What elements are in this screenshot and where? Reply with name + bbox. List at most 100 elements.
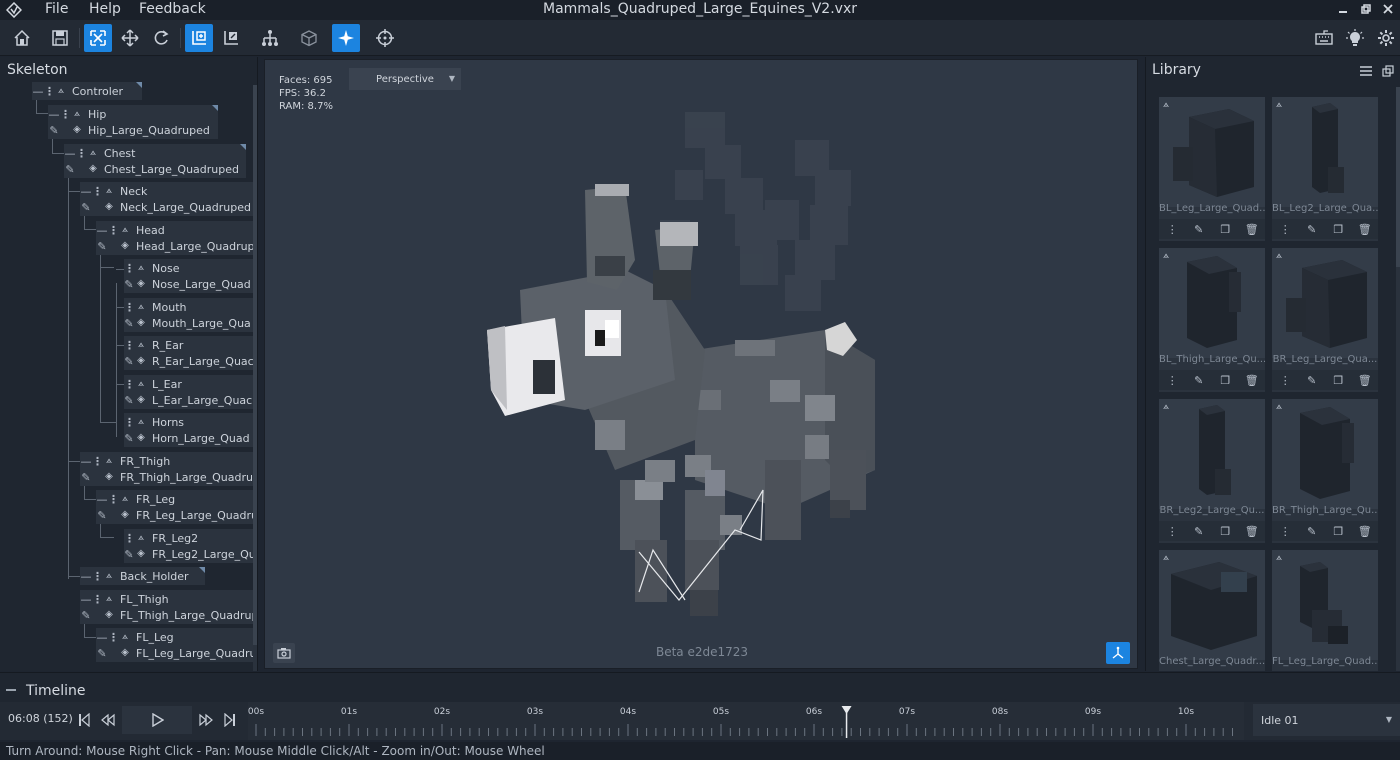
tree-node-chest[interactable]: — ⋮ ⟑ Chest ✎ ◈ Chest_Large_Quadruped <box>64 144 246 178</box>
node-menu-icon[interactable]: ⋮ <box>108 631 119 644</box>
edit-pencil-icon[interactable]: ✎ <box>124 355 134 368</box>
edit-pencil-icon[interactable]: ✎ <box>96 647 108 660</box>
edit-pencil-icon[interactable]: ✎ <box>80 609 92 622</box>
crosshair-icon[interactable] <box>371 24 399 52</box>
edit-pencil-icon[interactable]: ✎ <box>124 432 134 445</box>
duplicate-icon[interactable]: ❐ <box>1328 223 1348 236</box>
step-back-icon[interactable] <box>96 706 120 734</box>
tree-node-hip[interactable]: — ⋮ ⟑ Hip ✎ ◈ Hip_Large_Quadruped <box>48 105 218 139</box>
edit-pencil-icon[interactable]: ✎ <box>80 201 92 214</box>
tree-node-nose[interactable]: ⋮ ⟑ Nose ✎ ◈ Nose_Large_Quad <box>124 259 253 293</box>
3d-viewport[interactable]: Faces: 695 FPS: 36.2 RAM: 8.7% Perspecti… <box>264 59 1138 669</box>
menu-feedback[interactable]: Feedback <box>139 1 206 17</box>
duplicate-icon[interactable]: ❐ <box>1215 525 1235 538</box>
collapse-toggle[interactable]: — <box>80 570 92 583</box>
more-options-icon[interactable]: ⋮ <box>1162 525 1182 538</box>
collapse-toggle[interactable]: — <box>32 85 44 98</box>
scrollbar-thumb[interactable] <box>1396 87 1400 267</box>
tree-node-fr-leg[interactable]: — ⋮ ⟑ FR_Leg ✎ ◈ FR_Leg_Large_Quadru <box>96 490 257 524</box>
library-item[interactable]: ⟑ BR_Leg2_Large_Qu... ⋮ ✎ ❐ 🗑 <box>1159 399 1265 543</box>
tree-node-head[interactable]: — ⋮ ⟑ Head ✎ ◈ Head_Large_Quadrup <box>96 221 255 255</box>
edit-pencil-icon[interactable]: ✎ <box>1302 223 1322 236</box>
more-options-icon[interactable]: ⋮ <box>1162 374 1182 387</box>
edit-pencil-icon[interactable]: ✎ <box>1189 374 1209 387</box>
node-menu-icon[interactable]: ⋮ <box>76 147 87 160</box>
tree-node-back-holder[interactable]: — ⋮ ⟑ Back_Holder <box>80 567 205 585</box>
node-menu-icon[interactable]: ⋮ <box>124 378 135 391</box>
lightbulb-icon[interactable] <box>1341 24 1369 52</box>
node-menu-icon[interactable]: ⋮ <box>124 339 135 352</box>
collapse-toggle[interactable]: — <box>96 631 108 644</box>
more-options-icon[interactable]: ⋮ <box>1275 525 1295 538</box>
node-menu-icon[interactable]: ⋮ <box>124 416 135 429</box>
more-options-icon[interactable]: ⋮ <box>1275 223 1295 236</box>
save-icon[interactable] <box>46 24 74 52</box>
duplicate-icon[interactable]: ❐ <box>1328 374 1348 387</box>
node-menu-icon[interactable]: ⋮ <box>92 570 103 583</box>
library-item[interactable]: ⟑ BR_Thigh_Large_Qu... ⋮ ✎ ❐ 🗑 <box>1272 399 1378 543</box>
delete-trash-icon[interactable]: 🗑 <box>1242 223 1262 236</box>
more-options-icon[interactable]: ⋮ <box>1275 374 1295 387</box>
tree-node-fl-thigh[interactable]: — ⋮ ⟑ FL_Thigh ✎ ◈ FL_Thigh_Large_Quadrup <box>80 590 257 624</box>
edit-pencil-icon[interactable]: ✎ <box>1302 525 1322 538</box>
library-item-thumbnail[interactable]: ⟑ <box>1159 399 1265 509</box>
delete-trash-icon[interactable]: 🗑 <box>1355 223 1375 236</box>
edit-pencil-icon[interactable]: ✎ <box>80 471 92 484</box>
maximize-button[interactable] <box>1355 0 1377 18</box>
home-icon[interactable] <box>8 24 36 52</box>
go-to-end-icon[interactable] <box>218 706 242 734</box>
duplicate-icon[interactable]: ❐ <box>1328 525 1348 538</box>
more-options-icon[interactable]: ⋮ <box>1162 223 1182 236</box>
edit-pencil-icon[interactable]: ✎ <box>48 124 60 137</box>
go-to-start-icon[interactable] <box>72 706 96 734</box>
tree-node-mouth[interactable]: ⋮ ⟑ Mouth ✎ ◈ Mouth_Large_Qua <box>124 298 253 332</box>
step-forward-icon[interactable] <box>194 706 218 734</box>
edit-pencil-icon[interactable]: ✎ <box>124 548 134 561</box>
node-menu-icon[interactable]: ⋮ <box>124 301 135 314</box>
skeleton-scrollbar[interactable] <box>253 85 257 671</box>
library-item-thumbnail[interactable]: ⟑ <box>1272 248 1378 358</box>
tree-node-fr-leg2[interactable]: ⋮ ⟑ FR_Leg2 ✎ ◈ FR_Leg2_Large_Qu <box>124 529 256 563</box>
menu-file[interactable]: File <box>45 1 68 17</box>
tree-node-fr-thigh[interactable]: — ⋮ ⟑ FR_Thigh ✎ ◈ FR_Thigh_Large_Quadrup <box>80 452 257 486</box>
duplicate-icon[interactable]: ❐ <box>1215 374 1235 387</box>
popout-window-icon[interactable] <box>1378 61 1398 81</box>
collapse-toggle[interactable]: — <box>96 224 108 237</box>
library-item-thumbnail[interactable]: ⟑ <box>1159 550 1265 660</box>
edit-pencil-icon[interactable]: ✎ <box>1189 223 1209 236</box>
collapse-toggle[interactable]: — <box>96 493 108 506</box>
library-item-thumbnail[interactable]: ⟑ <box>1272 550 1378 660</box>
keyboard-icon[interactable] <box>1310 24 1338 52</box>
play-button[interactable] <box>122 706 192 734</box>
delete-trash-icon[interactable]: 🗑 <box>1355 374 1375 387</box>
edit-pencil-icon[interactable]: ✎ <box>96 509 108 522</box>
delete-trash-icon[interactable]: 🗑 <box>1242 374 1262 387</box>
hamburger-menu-icon[interactable] <box>1356 61 1376 81</box>
move-icon[interactable] <box>116 24 144 52</box>
hierarchy-icon[interactable] <box>256 24 284 52</box>
tree-node-neck[interactable]: — ⋮ ⟑ Neck ✎ ◈ Neck_Large_Quadruped <box>80 182 253 216</box>
edit-pencil-icon[interactable]: ✎ <box>124 394 134 407</box>
close-button[interactable] <box>1377 0 1399 18</box>
edit-pencil-icon[interactable]: ✎ <box>1302 374 1322 387</box>
library-item-thumbnail[interactable]: ⟑ <box>1272 399 1378 509</box>
tree-node-r-ear[interactable]: ⋮ ⟑ R_Ear ✎ ◈ R_Ear_Large_Quac <box>124 336 254 370</box>
collapse-toggle[interactable]: — <box>80 593 92 606</box>
library-item[interactable]: ⟑Chest_Large_Quadr...⋮✎❐🗑 <box>1159 550 1265 671</box>
node-menu-icon[interactable]: ⋮ <box>44 85 55 98</box>
voxel-equine-model[interactable] <box>265 60 1138 669</box>
minimize-button[interactable] <box>1332 0 1354 18</box>
collapse-toggle[interactable]: — <box>80 185 92 198</box>
collapse-dash-icon[interactable] <box>6 689 16 691</box>
node-menu-icon[interactable]: ⋮ <box>92 593 103 606</box>
rotate-icon[interactable] <box>147 24 175 52</box>
screenshot-camera-icon[interactable] <box>273 643 295 663</box>
tree-node-fl-leg[interactable]: — ⋮ ⟑ FL_Leg ✎ ◈ FL_Leg_Large_Quadru <box>96 628 256 662</box>
sparkle-icon[interactable] <box>332 24 360 52</box>
edit-pencil-icon[interactable]: ✎ <box>124 317 134 330</box>
library-item[interactable]: ⟑ BL_Leg_Large_Quad... ⋮ ✎ ❐ 🗑 <box>1159 97 1265 241</box>
bone-edit-icon[interactable] <box>217 24 245 52</box>
tree-node-controler[interactable]: — ⋮ ⟑ Controler <box>32 82 142 100</box>
node-menu-icon[interactable]: ⋮ <box>92 185 103 198</box>
library-item-thumbnail[interactable]: ⟑ <box>1272 97 1378 207</box>
